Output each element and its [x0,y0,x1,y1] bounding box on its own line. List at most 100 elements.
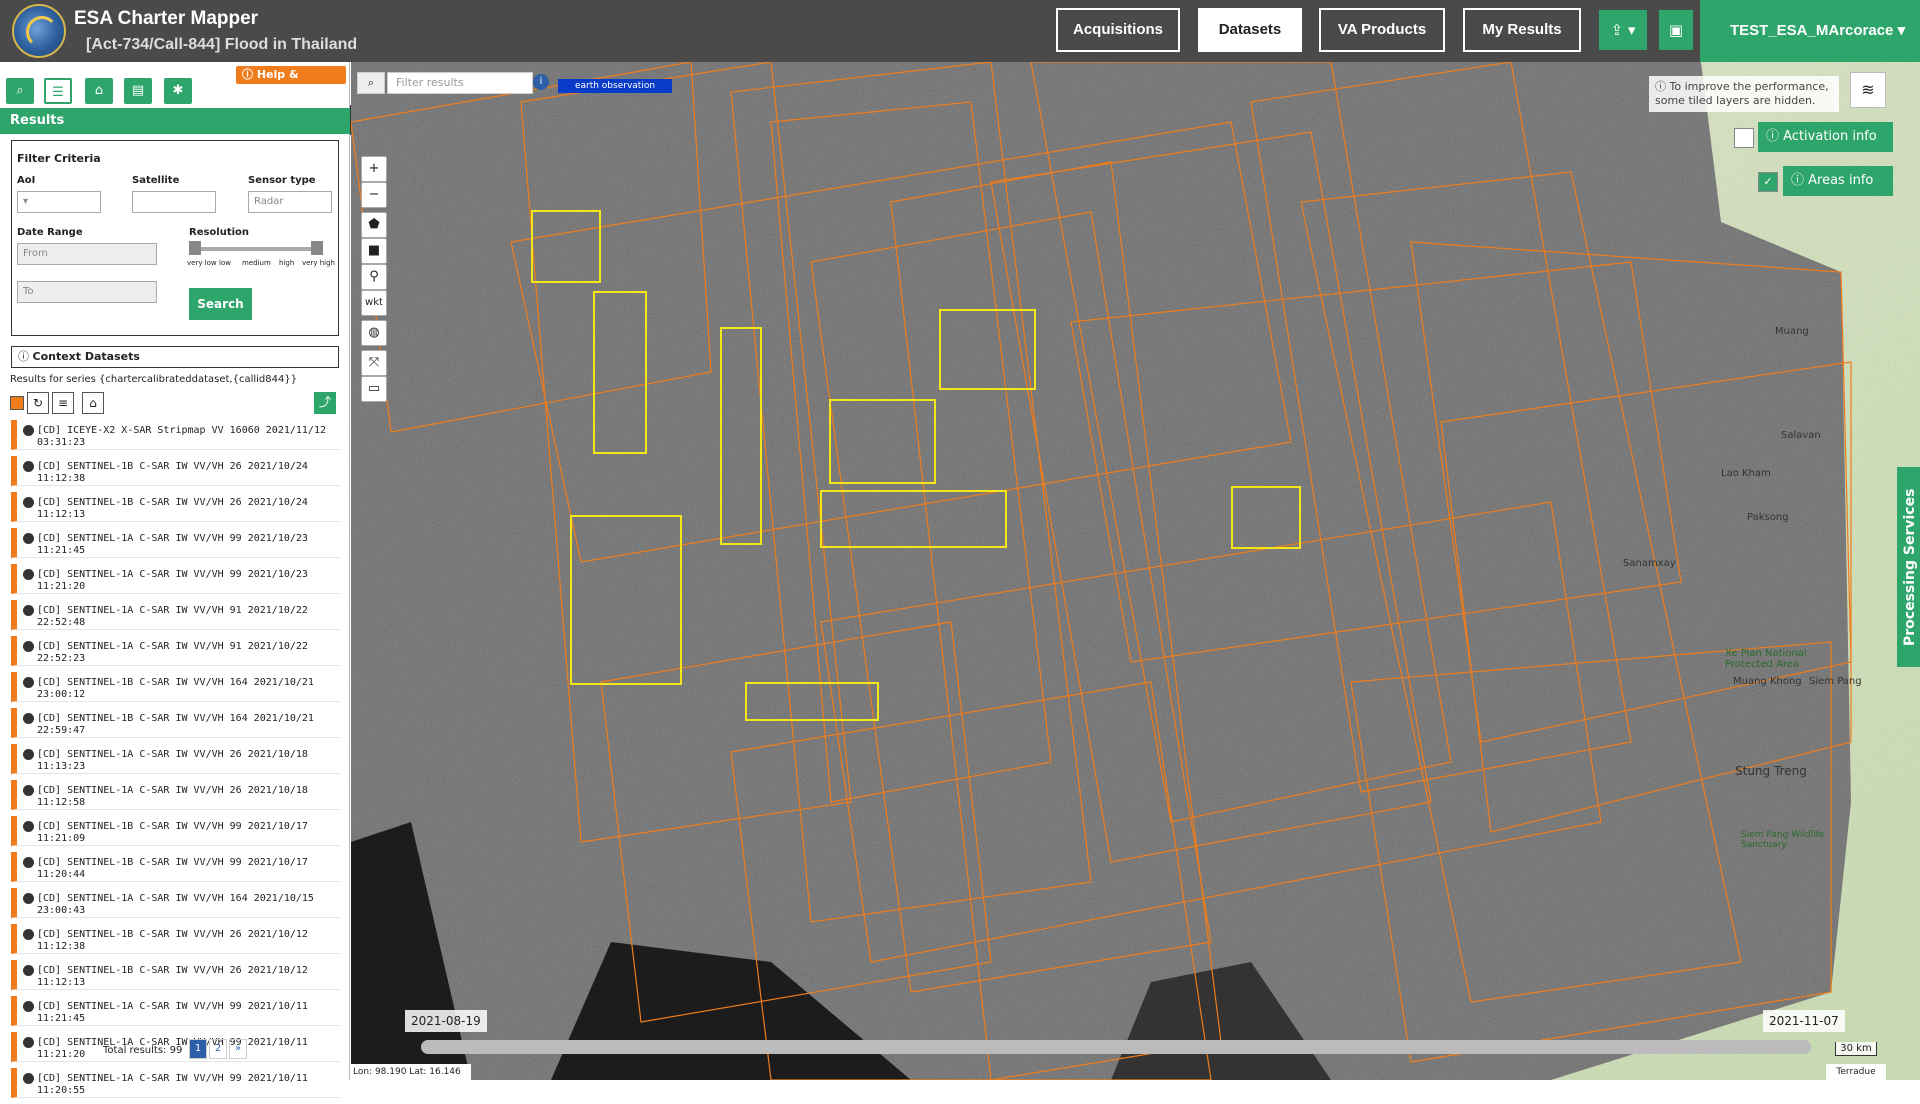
globe-icon [23,929,34,940]
dataset-item[interactable]: [CD] SENTINEL-1B C-SAR IW VV/VH 26 2021/… [11,960,341,990]
dataset-label: [CD] SENTINEL-1B C-SAR IW VV/VH 99 2021/… [37,857,308,880]
share-icon[interactable]: ⤴ [314,392,336,414]
draw-polygon-icon[interactable]: ⬟ [361,212,387,238]
basket-tool-button[interactable]: ⌂ [85,78,113,104]
fullscreen-icon[interactable]: ⤧ [361,350,387,376]
search-tool-button[interactable]: ⌕ [6,78,34,104]
dataset-item[interactable]: [CD] SENTINEL-1A C-SAR IW VV/VH 99 2021/… [11,1068,341,1098]
aoi-select[interactable]: ▾ [17,191,101,213]
zoom-in-button[interactable]: + [361,156,387,182]
zoom-out-button[interactable]: − [361,182,387,208]
nav-datasets[interactable]: Datasets [1198,8,1302,52]
globe-icon [23,965,34,976]
layers-icon[interactable]: ≋ [1850,72,1886,108]
dataset-item[interactable]: [CD] SENTINEL-1A C-SAR IW VV/VH 99 2021/… [11,996,341,1026]
list-view-icon[interactable]: ≡ [52,392,74,414]
timeline-slider[interactable] [421,1040,1811,1054]
globe-icon [23,713,34,724]
filter-results-input[interactable]: Filter results [387,72,533,94]
globe-icon [23,641,34,652]
total-results: Total results: 99 [103,1045,183,1056]
nav-va-products[interactable]: VA Products [1319,8,1445,52]
draw-point-icon[interactable]: ⚲ [361,264,387,290]
performance-note-text: To improve the performance, some tiled l… [1655,80,1829,107]
dataset-label: [CD] SENTINEL-1B C-SAR IW VV/VH 26 2021/… [37,461,308,484]
next-page-button[interactable]: » [229,1039,247,1059]
dataset-label: [CD] SENTINEL-1A C-SAR IW VV/VH 91 2021/… [37,641,308,664]
help-manual-button[interactable]: ⓘ Help & Manual [236,66,346,99]
dataset-item[interactable]: [CD] SENTINEL-1B C-SAR IW VV/VH 99 2021/… [11,852,341,882]
user-name: TEST_ESA_MArcorace [1730,22,1894,39]
wkt-button[interactable]: wkt [361,290,387,316]
areas-info-checkbox[interactable]: ✓ [1758,172,1778,192]
areas-info-label: Areas info [1808,173,1874,188]
archive-tool-button[interactable]: ▤ [124,78,152,104]
earth-observation-tag[interactable]: earth observation [558,79,672,93]
satellite-input[interactable] [132,191,216,213]
dataset-label: [CD] SENTINEL-1A C-SAR IW VV/VH 99 2021/… [37,569,308,592]
briefcase-button[interactable]: ▣ [1659,10,1693,50]
dataset-item[interactable]: [CD] SENTINEL-1A C-SAR IW VV/VH 26 2021/… [11,780,341,810]
dataset-list: [CD] ICEYE-X2 X-SAR Stripmap VV 16060 20… [11,420,341,1104]
dataset-item[interactable]: [CD] SENTINEL-1A C-SAR IW VV/VH 91 2021/… [11,636,341,666]
areas-info-button[interactable]: ⓘ Areas info [1783,166,1893,196]
series-text: Results for series {chartercalibrateddat… [10,374,298,385]
draw-rectangle-icon[interactable]: ■ [361,238,387,264]
res-medium: medium [242,259,271,267]
nav-acquisitions[interactable]: Acquisitions [1056,8,1180,52]
globe-icon [23,533,34,544]
dataset-item[interactable]: [CD] SENTINEL-1A C-SAR IW VV/VH 99 2021/… [11,528,341,558]
measure-icon[interactable]: ▭ [361,376,387,402]
basket-icon[interactable]: ⌂ [82,392,104,414]
performance-note: ⓘ To improve the performance, some tiled… [1649,76,1839,112]
activation-info-button[interactable]: ⓘ Activation info [1758,122,1893,152]
user-menu[interactable]: TEST_ESA_MArcorace ▾ [1700,0,1920,62]
filter-info-icon[interactable]: i [533,74,549,90]
list-tool-button[interactable]: ☰ [44,78,72,104]
sensor-type-select[interactable]: Radar [248,191,332,213]
dataset-item[interactable]: [CD] SENTINEL-1A C-SAR IW VV/VH 164 2021… [11,888,341,918]
filter-search-icon[interactable]: ⌕ [357,72,385,94]
dataset-label: [CD] SENTINEL-1A C-SAR IW VV/VH 91 2021/… [37,605,308,628]
resolution-handle-min[interactable] [189,241,201,255]
date-range-label: Date Range [17,227,83,238]
globe-icon [23,425,34,436]
globe-icon [23,749,34,760]
globe-icon [23,857,34,868]
town-paksong: Paksong [1747,512,1789,523]
page-2-button[interactable]: 2 [209,1039,227,1059]
dataset-label: [CD] SENTINEL-1A C-SAR IW VV/VH 26 2021/… [37,749,308,772]
page-1-button[interactable]: 1 [189,1039,207,1059]
dataset-item[interactable]: [CD] ICEYE-X2 X-SAR Stripmap VV 16060 20… [11,420,341,450]
processing-services-tab[interactable]: Processing Services [1897,467,1920,667]
search-button[interactable]: Search [189,288,252,320]
date-from-input[interactable]: From [17,243,157,265]
activation-info-label: Activation info [1783,129,1877,144]
dataset-item[interactable]: [CD] SENTINEL-1B C-SAR IW VV/VH 26 2021/… [11,924,341,954]
refresh-icon[interactable]: ↻ [27,392,49,414]
town-muang-khong: Muang Khong [1733,676,1802,687]
dataset-item[interactable]: [CD] SENTINEL-1B C-SAR IW VV/VH 26 2021/… [11,492,341,522]
resolution-handle-max[interactable] [311,241,323,255]
resolution-slider[interactable] [189,247,323,251]
town-sanamxay: Sanamxay [1623,558,1676,569]
dataset-label: [CD] SENTINEL-1A C-SAR IW VV/VH 99 2021/… [37,533,308,556]
select-all-checkbox[interactable] [10,396,24,410]
nav-my-results[interactable]: My Results [1463,8,1581,52]
context-datasets-header[interactable]: ⓘ Context Datasets [11,346,339,368]
dataset-item[interactable]: [CD] SENTINEL-1B C-SAR IW VV/VH 26 2021/… [11,456,341,486]
globe-icon[interactable]: ◍ [361,320,387,346]
settings-tool-button[interactable]: ✱ [164,78,192,104]
dataset-item[interactable]: [CD] SENTINEL-1A C-SAR IW VV/VH 99 2021/… [11,564,341,594]
upload-button[interactable]: ⇪ ▾ [1599,10,1647,50]
date-to-input[interactable]: To [17,281,157,303]
map-view[interactable]: Muang Salavan Lao Kham Paksong Sanamxay … [351,62,1920,1080]
dataset-item[interactable]: [CD] SENTINEL-1B C-SAR IW VV/VH 164 2021… [11,672,341,702]
dataset-item[interactable]: [CD] SENTINEL-1B C-SAR IW VV/VH 164 2021… [11,708,341,738]
dataset-item[interactable]: [CD] SENTINEL-1B C-SAR IW VV/VH 99 2021/… [11,816,341,846]
activation-info-checkbox[interactable] [1734,128,1754,148]
town-lao-kham: Lao Kham [1721,468,1771,479]
dataset-item[interactable]: [CD] SENTINEL-1A C-SAR IW VV/VH 26 2021/… [11,744,341,774]
globe-icon [23,1001,34,1012]
dataset-item[interactable]: [CD] SENTINEL-1A C-SAR IW VV/VH 91 2021/… [11,600,341,630]
